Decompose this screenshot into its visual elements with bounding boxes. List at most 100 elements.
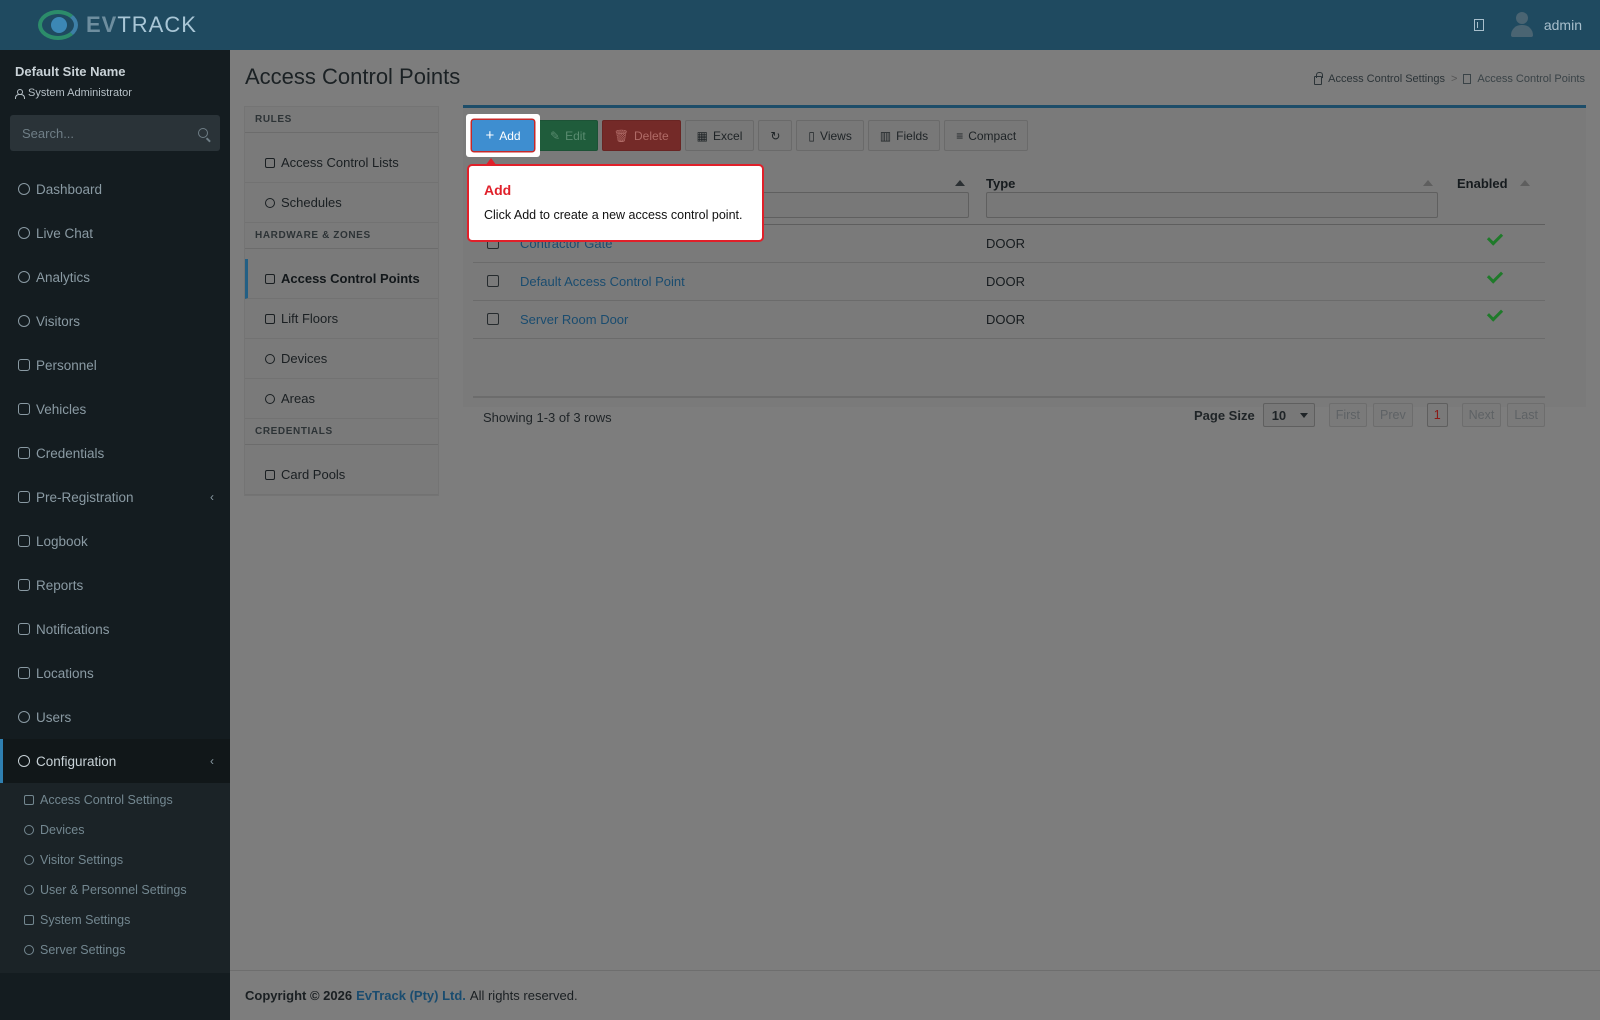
settings-submenu: RULES Access Control Lists Schedules HAR… — [245, 107, 438, 495]
subnav-system-settings[interactable]: System Settings — [0, 905, 230, 935]
breadcrumb-access-control-settings[interactable]: Access Control Settings — [1328, 73, 1445, 85]
table-row[interactable]: Default Access Control Point DOOR — [473, 263, 1545, 301]
grid-footer: Showing 1-3 of 3 rows Page Size 10 First… — [473, 403, 1545, 433]
submenu-devices[interactable]: Devices — [245, 339, 438, 379]
sidebar-item-live-chat[interactable]: Live Chat — [0, 211, 230, 255]
avatar — [1510, 12, 1534, 38]
submenu-access-control-lists[interactable]: Access Control Lists — [245, 143, 438, 183]
arrows-icon — [18, 491, 30, 503]
tooltip-body: Click Add to create a new access control… — [484, 208, 743, 222]
sidebar-item-analytics[interactable]: Analytics — [0, 255, 230, 299]
car-icon — [18, 403, 30, 415]
users-cog-icon — [24, 885, 34, 895]
subnav-access-control-settings[interactable]: Access Control Settings — [0, 785, 230, 815]
views-button[interactable]: ▯ Views — [796, 120, 864, 151]
row-name-link[interactable]: Server Room Door — [520, 312, 628, 327]
people-group-icon — [265, 393, 275, 404]
row-checkbox[interactable] — [487, 275, 499, 287]
check-icon — [1486, 229, 1504, 246]
sidebar-item-users[interactable]: Users — [0, 695, 230, 739]
sidebar-item-configuration[interactable]: Configuration ‹ — [0, 739, 230, 783]
sidebar-item-dashboard[interactable]: Dashboard — [0, 167, 230, 211]
wrench-icon — [24, 945, 34, 955]
table-row[interactable]: Server Room Door DOOR — [473, 301, 1545, 339]
sidebar-item-notifications[interactable]: Notifications — [0, 607, 230, 651]
section-credentials: CREDENTIALS — [245, 419, 438, 445]
sidebar-item-locations[interactable]: Locations — [0, 651, 230, 695]
company-link[interactable]: EvTrack (Pty) Ltd. — [356, 988, 466, 1003]
book-icon — [18, 535, 30, 547]
submenu-card-pools[interactable]: Card Pools — [245, 455, 438, 495]
subnav-visitor-settings[interactable]: Visitor Settings — [0, 845, 230, 875]
chevron-left-icon: ‹ — [210, 490, 214, 504]
chevron-left-icon: ‹ — [210, 754, 214, 768]
column-header-type[interactable]: Type — [986, 176, 1015, 191]
sidebar: Default Site Name System Administrator S… — [0, 50, 230, 1020]
type-filter-input[interactable] — [986, 192, 1438, 218]
check-icon — [1486, 305, 1504, 322]
page-size-select[interactable]: 10 — [1262, 403, 1315, 427]
last-page-button[interactable]: Last — [1507, 403, 1545, 427]
fields-button[interactable]: ▥ Fields — [867, 120, 941, 151]
site-name: Default Site Name — [15, 64, 126, 79]
page-title: Access Control Points — [245, 64, 461, 89]
sidebar-item-reports[interactable]: Reports — [0, 563, 230, 607]
submenu-schedules[interactable]: Schedules — [245, 183, 438, 223]
users-cog-icon — [18, 711, 30, 723]
sidebar-item-credentials[interactable]: Credentials — [0, 431, 230, 475]
current-page-button[interactable]: 1 — [1426, 403, 1448, 427]
sort-icon[interactable] — [1520, 180, 1530, 186]
excel-button[interactable]: ▦ Excel — [684, 120, 755, 151]
breadcrumb-separator: > — [1450, 73, 1458, 85]
logo[interactable]: EVTRACK — [0, 0, 230, 50]
sidebar-search-input[interactable]: Search... — [10, 115, 220, 151]
breadcrumb: Access Control Settings > Access Control… — [1314, 72, 1585, 85]
list-icon — [265, 157, 275, 168]
prev-page-button[interactable]: Prev — [1373, 403, 1413, 427]
bars-icon: ≡ — [956, 128, 964, 143]
sidebar-item-vehicles[interactable]: Vehicles — [0, 387, 230, 431]
headset-icon — [18, 227, 30, 239]
message-icon — [18, 623, 30, 635]
chart-icon — [18, 579, 30, 591]
refresh-button[interactable]: ↻ — [758, 120, 793, 151]
table-icon: ▦ — [696, 128, 709, 143]
sidebar-item-visitors[interactable]: Visitors — [0, 299, 230, 343]
id-card-icon — [18, 447, 30, 459]
sidebar-item-personnel[interactable]: Personnel — [0, 343, 230, 387]
chip-icon — [265, 353, 275, 364]
submenu-areas[interactable]: Areas — [245, 379, 438, 419]
first-page-button[interactable]: First — [1328, 403, 1367, 427]
building-icon[interactable] — [1473, 19, 1484, 31]
subnav-server-settings[interactable]: Server Settings — [0, 935, 230, 965]
sidebar-item-pre-registration[interactable]: Pre-Registration ‹ — [0, 475, 230, 519]
submenu-lift-floors[interactable]: Lift Floors — [245, 299, 438, 339]
user-menu[interactable]: admin — [1510, 12, 1582, 38]
table-body: Contractor Gate DOOR Default Access Cont… — [473, 225, 1545, 339]
edit-button[interactable]: ✎ Edit — [538, 120, 598, 151]
breadcrumb-current: Access Control Points — [1477, 73, 1585, 85]
row-count-text: Showing 1-3 of 3 rows — [483, 410, 612, 425]
rights-text: All rights reserved. — [469, 988, 578, 1003]
delete-button[interactable]: 🗑 Delete — [601, 120, 681, 151]
sort-icon[interactable] — [1423, 180, 1433, 186]
subnav-user-personnel-settings[interactable]: User & Personnel Settings — [0, 875, 230, 905]
submenu-access-control-points[interactable]: Access Control Points — [245, 259, 438, 299]
columns-icon: ▥ — [879, 128, 892, 143]
pager: Page Size 10 First Prev 1 Next Last — [1194, 403, 1545, 427]
sidebar-item-logbook[interactable]: Logbook — [0, 519, 230, 563]
add-button[interactable]: + Add — [472, 120, 534, 151]
pencil-icon: ✎ — [550, 128, 561, 143]
trash-icon: 🗑 — [613, 128, 629, 143]
row-checkbox[interactable] — [487, 313, 499, 325]
configuration-submenu: Access Control Settings Devices Visitor … — [0, 783, 230, 973]
search-icon[interactable] — [198, 128, 208, 138]
column-header-enabled[interactable]: Enabled — [1457, 176, 1508, 191]
row-name-link[interactable]: Default Access Control Point — [520, 274, 685, 289]
gauge-icon — [18, 183, 30, 195]
sort-asc-icon[interactable] — [955, 180, 965, 186]
next-page-button[interactable]: Next — [1461, 403, 1502, 427]
subnav-devices[interactable]: Devices — [0, 815, 230, 845]
grid-card: ✎ Edit 🗑 Delete ▦ Excel ↻ ▯ Views ▥ Fields ≡ C… — [463, 105, 1586, 427]
compact-button[interactable]: ≡ Compact — [944, 120, 1029, 151]
